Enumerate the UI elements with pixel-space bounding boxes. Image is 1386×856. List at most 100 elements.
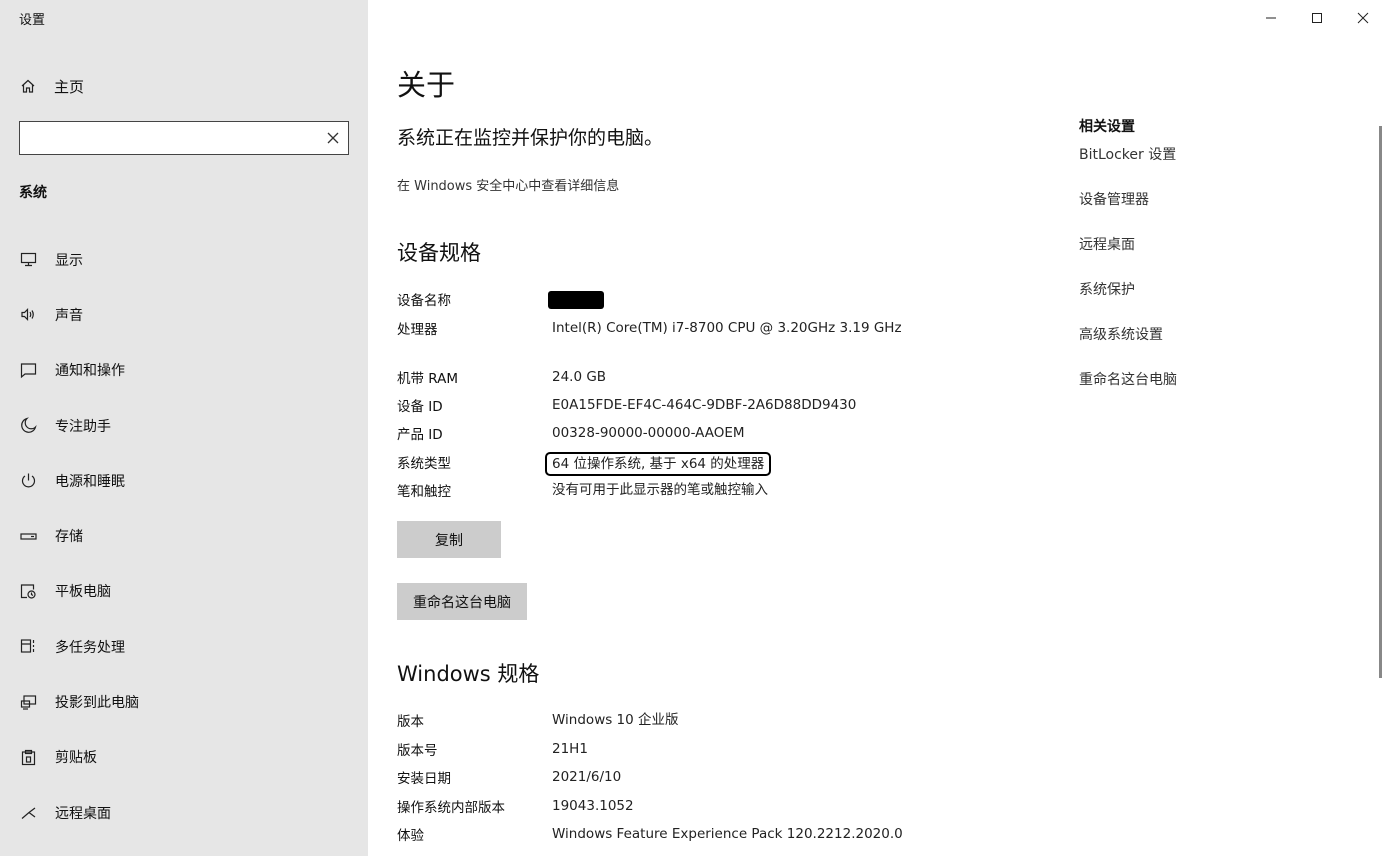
sidebar-item-clipboard[interactable]: 剪贴板 — [0, 730, 368, 785]
windows-specs-heading: Windows 规格 — [397, 662, 540, 686]
remote-desktop-icon — [21, 807, 36, 820]
home-icon — [21, 79, 35, 93]
sidebar-item-label: 通知和操作 — [55, 363, 125, 380]
spec-value: 00328-90000-00000-AAOEM — [552, 425, 745, 441]
spec-row: 设备名称 — [397, 289, 1017, 318]
spec-key: 体验 — [397, 828, 424, 844]
window-controls — [1248, 0, 1386, 36]
sidebar-item-project[interactable]: 投影到此电脑 — [0, 674, 368, 729]
close-icon — [1357, 12, 1369, 24]
clear-icon[interactable] — [324, 129, 342, 147]
speaker-icon — [21, 308, 34, 322]
security-center-link[interactable]: 在 Windows 安全中心中查看详细信息 — [397, 175, 619, 194]
system-type-highlight: 64 位操作系统, 基于 x64 的处理器 — [545, 452, 772, 476]
spec-value: E0A15FDE-EF4C-464C-9DBF-2A6D88DD9430 — [552, 397, 857, 413]
sidebar-item-label: 远程桌面 — [55, 805, 111, 822]
spec-row: 笔和触控 没有可用于此显示器的笔或触控输入 — [397, 480, 1017, 508]
power-icon — [21, 473, 36, 488]
storage-icon — [20, 533, 37, 540]
project-icon — [20, 694, 37, 710]
spec-row: 体验 Windows Feature Experience Pack 120.2… — [397, 824, 1017, 853]
spec-row: 安装日期 2021/6/10 — [397, 767, 1017, 796]
sidebar-item-multitasking[interactable]: 多任务处理 — [0, 619, 368, 674]
sidebar-item-label: 电源和睡眠 — [55, 473, 125, 490]
sidebar-item-label: 多任务处理 — [55, 639, 125, 656]
spec-row: 版本号 21H1 — [397, 739, 1017, 768]
spec-value: 2021/6/10 — [552, 769, 622, 785]
device-specs-table: 设备名称 处理器 Intel(R) Core(TM) i7-8700 CPU @… — [397, 289, 1017, 508]
windows-specs-table: 版本 Windows 10 企业版 版本号 21H1 安装日期 2021/6/1… — [397, 710, 1017, 853]
spec-row: 产品 ID 00328-90000-00000-AAOEM — [397, 423, 1017, 452]
close-button[interactable] — [1340, 0, 1386, 36]
spec-value: 64 位操作系统, 基于 x64 的处理器 — [545, 452, 912, 480]
spec-value: 24.0 GB — [552, 369, 607, 385]
sidebar-item-display[interactable]: 显示 — [0, 232, 368, 287]
copy-button[interactable]: 复制 — [397, 521, 501, 558]
sidebar-item-label: 平板电脑 — [55, 584, 111, 601]
spec-value: Intel(R) Core(TM) i7-8700 CPU @ 3.20GHz … — [552, 320, 902, 336]
spec-row: 版本 Windows 10 企业版 — [397, 710, 1017, 739]
spec-row: 机带 RAM 24.0 GB — [397, 367, 1017, 395]
sidebar-item-label: 投影到此电脑 — [55, 695, 139, 712]
scrollbar[interactable] — [1379, 126, 1382, 678]
rename-pc-button[interactable]: 重命名这台电脑 — [397, 583, 527, 620]
sidebar-item-power[interactable]: 电源和睡眠 — [0, 453, 368, 508]
clipboard-icon — [21, 749, 36, 765]
main-content: 关于 系统正在监控并保护你的电脑。 在 Windows 安全中心中查看详细信息 … — [397, 0, 1037, 856]
window-title: 设置 — [19, 13, 46, 28]
sidebar-item-remote-desktop[interactable]: 远程桌面 — [0, 785, 368, 840]
sidebar-item-sound[interactable]: 声音 — [0, 287, 368, 342]
spec-value: 21H1 — [552, 740, 588, 757]
sidebar-item-notifications[interactable]: 通知和操作 — [0, 343, 368, 398]
sidebar-item-storage[interactable]: 存储 — [0, 508, 368, 563]
sidebar-item-focus-assist[interactable]: 专注助手 — [0, 398, 368, 453]
spec-value — [548, 289, 912, 318]
spec-value: Windows Feature Experience Pack 120.2212… — [552, 826, 903, 842]
spec-value: 没有可用于此显示器的笔或触控输入 — [552, 482, 768, 498]
tablet-icon — [20, 584, 36, 599]
spec-key: 产品 ID — [397, 427, 443, 443]
spec-key: 系统类型 — [397, 456, 451, 472]
spec-key: 操作系统内部版本 — [397, 799, 505, 816]
monitor-icon — [20, 253, 37, 267]
sidebar-item-tablet[interactable]: 平板电脑 — [0, 564, 368, 619]
spec-key: 版本号 — [397, 742, 438, 759]
spec-key: 笔和触控 — [397, 484, 451, 500]
related-link-advanced-settings[interactable]: 高级系统设置 — [1079, 324, 1339, 369]
search-box[interactable] — [19, 121, 349, 155]
sidebar-item-label: 显示 — [55, 252, 83, 269]
maximize-icon — [1312, 13, 1322, 23]
related-link-remote-desktop[interactable]: 远程桌面 — [1079, 234, 1339, 279]
maximize-button[interactable] — [1294, 0, 1340, 36]
spec-key: 处理器 — [397, 322, 438, 338]
section-title: 系统 — [19, 185, 47, 201]
notification-icon — [20, 363, 37, 379]
spec-key: 版本 — [397, 714, 424, 730]
protection-status: 系统正在监控并保护你的电脑。 — [397, 127, 664, 149]
moon-icon — [21, 417, 37, 433]
search-input[interactable] — [28, 126, 308, 150]
spec-row: 操作系统内部版本 19043.1052 — [397, 796, 1017, 825]
sidebar-home[interactable]: 主页 — [20, 72, 84, 100]
sidebar-home-label: 主页 — [54, 77, 85, 96]
spec-value: Windows 10 企业版 — [552, 712, 679, 728]
sidebar: 设置 主页 系统 显示 声音 通知和操作 专注助手 电源和睡眠 存储 平板电脑 … — [0, 0, 368, 856]
redacted-device-name — [548, 291, 604, 309]
page-title: 关于 — [397, 68, 456, 102]
spec-key: 机带 RAM — [397, 371, 459, 387]
related-link-rename-pc[interactable]: 重命名这台电脑 — [1079, 369, 1339, 414]
sidebar-item-label: 存储 — [55, 529, 83, 546]
spec-value: 19043.1052 — [552, 797, 634, 814]
spec-row: 设备 ID E0A15FDE-EF4C-464C-9DBF-2A6D88DD94… — [397, 395, 1017, 423]
spec-key: 安装日期 — [397, 771, 451, 787]
sidebar-item-label: 剪贴板 — [55, 750, 97, 767]
multitask-icon — [20, 639, 35, 653]
related-link-bitlocker[interactable]: BitLocker 设置 — [1079, 144, 1339, 189]
minimize-icon — [1266, 17, 1276, 19]
minimize-button[interactable] — [1248, 0, 1294, 36]
related-link-system-protection[interactable]: 系统保护 — [1079, 279, 1339, 324]
spec-key: 设备名称 — [397, 293, 451, 309]
related-link-device-manager[interactable]: 设备管理器 — [1079, 189, 1339, 234]
sidebar-item-label: 专注助手 — [55, 418, 111, 435]
sidebar-item-label: 声音 — [55, 307, 83, 324]
